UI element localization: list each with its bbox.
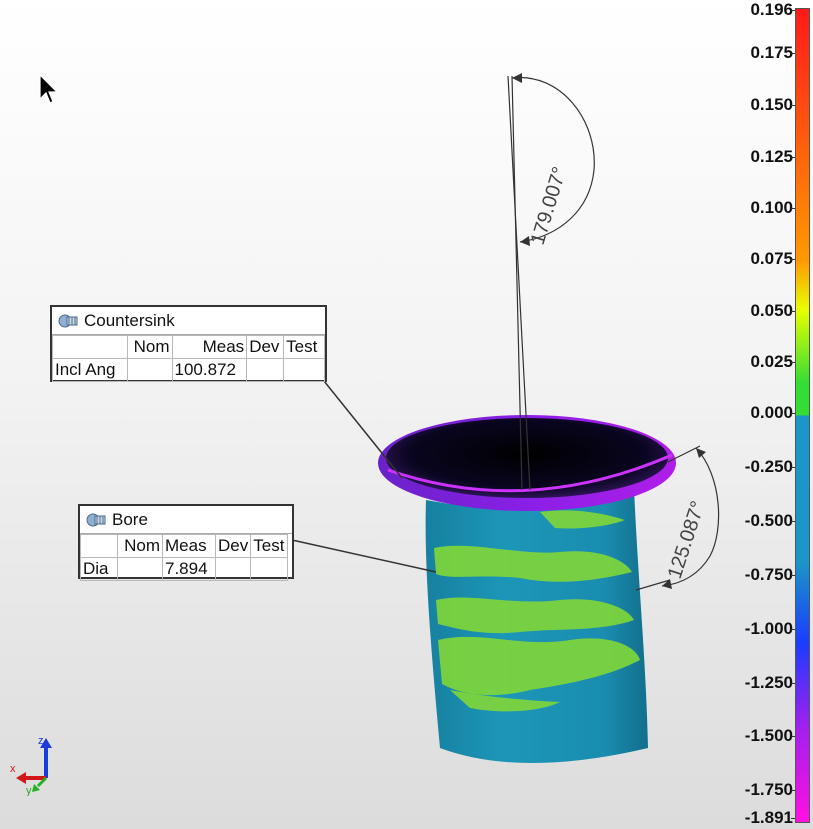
dimension-icon (86, 513, 106, 526)
value-nom (126, 358, 173, 382)
countersink-callout[interactable]: Countersink Nom Meas Dev Test Incl Ang 1… (50, 305, 327, 382)
dimension-icon (58, 314, 78, 327)
scale-tick (791, 683, 795, 684)
scale-label: 0.125 (750, 147, 793, 166)
countersink-leader (323, 380, 403, 479)
bore-header-row: Nom Meas Dev Test (80, 534, 289, 558)
header-meas: Meas (171, 335, 248, 359)
bore-callout[interactable]: Bore Nom Meas Dev Test Dia 7.894 (78, 504, 294, 581)
scale-label: 0.150 (750, 95, 793, 114)
scale-tick (791, 521, 795, 522)
side-angle-label: 125.087° (664, 498, 710, 581)
scale-tick (791, 311, 795, 312)
value-test (283, 358, 325, 382)
value-meas: 7.894 (162, 557, 216, 581)
value-test (250, 557, 289, 581)
scale-label: -0.500 (744, 511, 793, 530)
scale-label: 0.075 (750, 249, 793, 268)
scale-label: 0.196 (750, 0, 793, 19)
value-nom (117, 557, 163, 581)
scale-label: 0.050 (750, 301, 793, 320)
header-nom: Nom (126, 335, 173, 359)
scale-tick (791, 157, 795, 158)
mouse-pointer-icon (39, 73, 58, 104)
value-dev (246, 358, 285, 382)
row-label: Dia (80, 557, 118, 581)
scale-label: -1.500 (744, 726, 793, 745)
scale-tick (791, 790, 795, 791)
scale-tick (791, 208, 795, 209)
header-test: Test (250, 534, 289, 558)
header-blank (52, 335, 128, 359)
scale-label: -1.000 (744, 619, 793, 638)
scale-tick (791, 10, 795, 11)
scale-tick (791, 105, 795, 106)
scale-tick (791, 53, 795, 54)
axis-y-label: y (26, 785, 32, 796)
value-dev (214, 557, 252, 581)
value-meas: 100.872 (171, 358, 248, 382)
bore-title-bar: Bore (80, 506, 292, 534)
countersink-header-row: Nom Meas Dev Test (52, 335, 325, 359)
scale-tick (791, 413, 795, 414)
header-blank (80, 534, 118, 558)
axis-z-label: z (38, 735, 44, 747)
scale-tick (791, 736, 795, 737)
axis-x-label: x (10, 763, 16, 775)
part-scene[interactable]: 179.007° 125.087° (0, 0, 813, 829)
countersink-title-bar: Countersink (52, 307, 325, 335)
bore-leader (291, 539, 437, 573)
top-angle-label: 179.007° (527, 164, 572, 247)
scale-tick (791, 362, 795, 363)
bore-table: Nom Meas Dev Test Dia 7.894 (80, 534, 289, 581)
scale-label: -0.250 (744, 457, 793, 476)
scale-tick (791, 818, 795, 819)
scale-label: -0.750 (744, 565, 793, 584)
scale-label: 0.000 (750, 403, 793, 422)
scale-label: -1.891 (744, 808, 793, 827)
scale-label: 0.175 (750, 43, 793, 62)
countersink-title: Countersink (84, 310, 175, 330)
countersink-data-row: Incl Ang 100.872 (52, 358, 325, 382)
scale-label: -1.750 (744, 780, 793, 799)
scale-label: 0.025 (750, 352, 793, 371)
bore-data-row: Dia 7.894 (80, 557, 289, 581)
scale-tick (791, 259, 795, 260)
header-nom: Nom (117, 534, 163, 558)
scale-tick (791, 467, 795, 468)
scale-label: -1.250 (744, 673, 793, 692)
row-label: Incl Ang (52, 358, 128, 382)
scale-tick (791, 629, 795, 630)
bore-title: Bore (112, 509, 148, 529)
color-scale-bar (795, 8, 810, 823)
header-meas: Meas (162, 534, 216, 558)
header-dev: Dev (214, 534, 252, 558)
scale-tick (791, 575, 795, 576)
header-test: Test (283, 335, 325, 359)
axes-triad-icon[interactable]: z x y (8, 732, 60, 796)
header-dev: Dev (246, 335, 285, 359)
scale-label: 0.100 (750, 198, 793, 217)
countersink-table: Nom Meas Dev Test Incl Ang 100.872 (52, 335, 325, 382)
3d-viewport[interactable]: 179.007° 125.087° Countersink Nom Meas D… (0, 0, 813, 829)
